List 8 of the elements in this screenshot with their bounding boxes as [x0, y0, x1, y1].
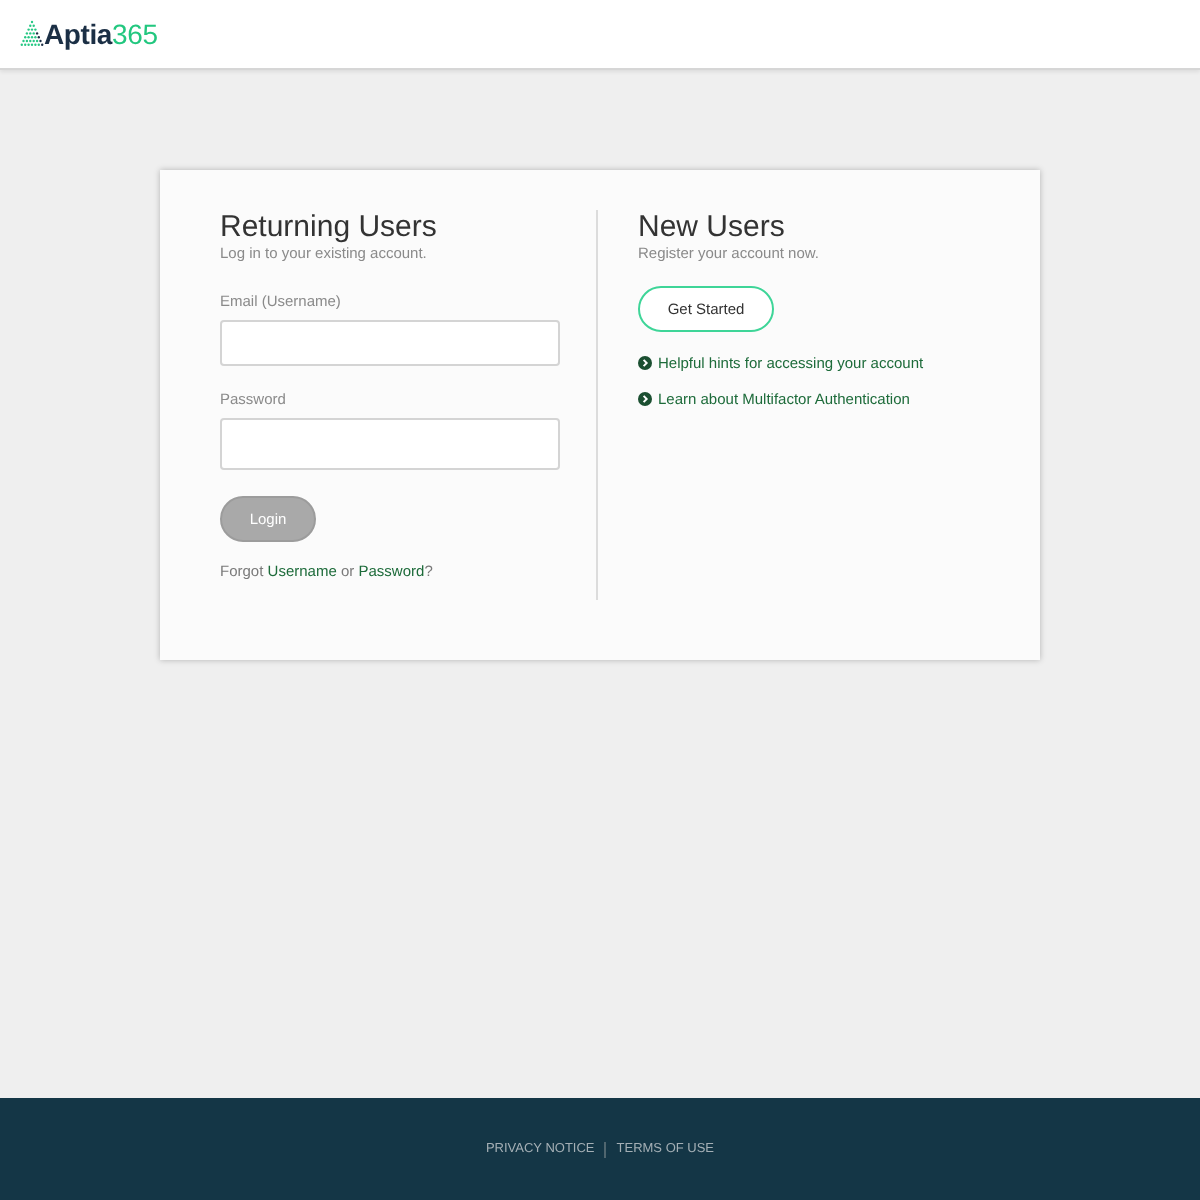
logo-mark-icon	[20, 20, 44, 48]
email-field[interactable]	[220, 320, 560, 366]
password-field[interactable]	[220, 418, 560, 470]
logo-text: Aptia365	[44, 20, 158, 48]
chevron-circle-icon	[638, 356, 652, 370]
section-title: Returning Users	[220, 210, 439, 244]
chevron-circle-icon	[638, 392, 652, 406]
section-title: New Users	[638, 210, 787, 244]
